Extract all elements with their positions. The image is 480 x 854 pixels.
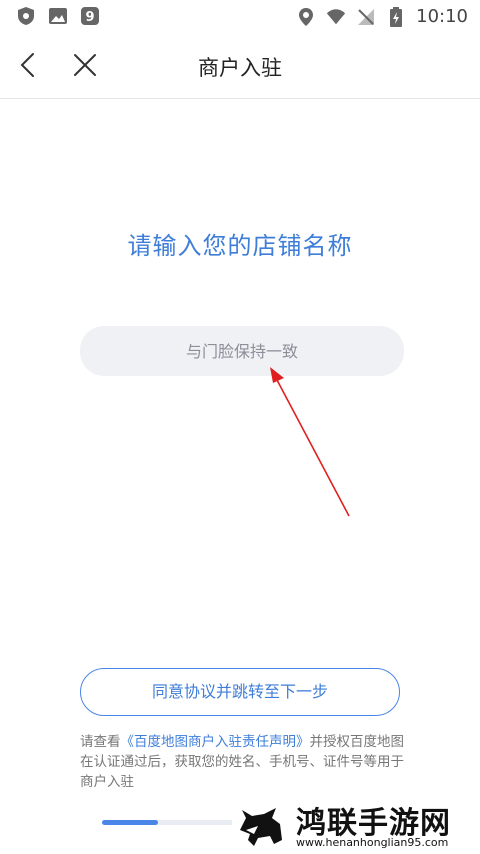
annotation-arrow-icon bbox=[270, 367, 350, 517]
liability-statement-link[interactable]: 《百度地图商户入驻责任声明》 bbox=[121, 734, 310, 750]
battery-icon bbox=[386, 6, 406, 27]
shield-icon bbox=[16, 6, 36, 26]
wifi-icon bbox=[326, 7, 346, 27]
store-name-input[interactable] bbox=[80, 326, 404, 376]
image-icon bbox=[48, 6, 68, 26]
bull-logo-icon bbox=[240, 808, 282, 846]
header: 商户入驻 bbox=[0, 32, 480, 99]
notice-prefix: 请查看 bbox=[80, 734, 121, 750]
location-icon bbox=[296, 7, 316, 27]
watermark: 鸿联手游网 www.henanhonglian95.com bbox=[232, 796, 480, 854]
store-name-prompt: 请输入您的店铺名称 bbox=[127, 232, 353, 260]
status-right-icons: 10:10 bbox=[296, 6, 468, 27]
watermark-url: www.henanhonglian95.com bbox=[296, 836, 449, 849]
nine-icon: 9 bbox=[80, 6, 100, 26]
svg-text:9: 9 bbox=[85, 10, 94, 25]
status-bar: 9 10:10 bbox=[0, 0, 480, 32]
status-time: 10:10 bbox=[416, 6, 468, 27]
status-left-icons: 9 bbox=[16, 6, 100, 26]
agree-next-button[interactable]: 同意协议并跳转至下一步 bbox=[80, 668, 400, 716]
progress-fill bbox=[102, 820, 158, 825]
page-title: 商户入驻 bbox=[198, 56, 282, 80]
agreement-notice: 请查看《百度地图商户入驻责任声明》并授权百度地图在认证通过后，获取您的姓名、手机… bbox=[80, 732, 410, 792]
no-signal-icon bbox=[356, 7, 376, 27]
